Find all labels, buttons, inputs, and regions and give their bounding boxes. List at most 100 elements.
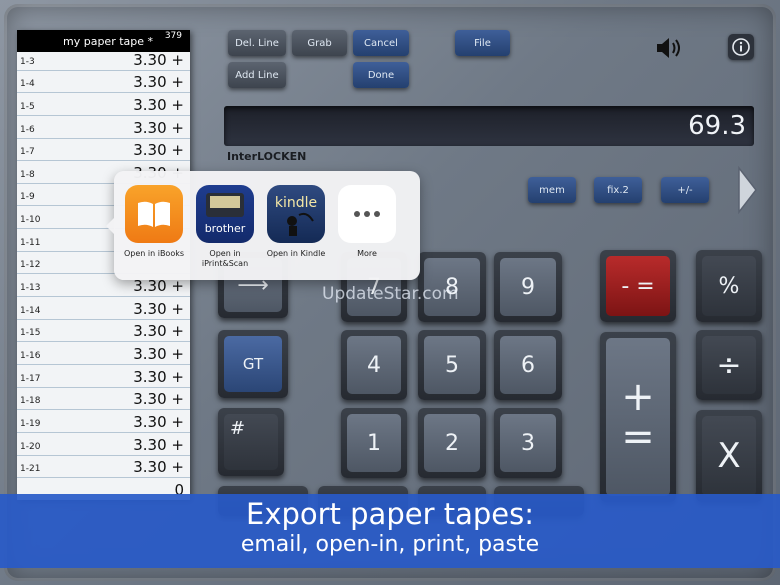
tape-row[interactable]: 1-20 3.30 + <box>17 433 190 456</box>
add-line-button[interactable]: Add Line <box>228 62 286 88</box>
row-number: 1-9 <box>20 192 35 202</box>
tape-row[interactable]: 1-4 3.30 + <box>17 70 190 93</box>
key-label: % <box>702 256 756 316</box>
divide-key[interactable]: ÷ <box>696 330 762 400</box>
ibooks-icon <box>125 185 183 243</box>
percent-key[interactable]: % <box>696 250 762 322</box>
share-pointer <box>106 217 115 235</box>
row-value: 3.30 + <box>133 119 184 137</box>
hash-key[interactable]: # <box>218 408 284 476</box>
share-label: Open in iPrint&Scan <box>201 249 249 268</box>
del-line-button[interactable]: Del. Line <box>228 30 286 56</box>
kindle-wordmark: kindle <box>275 195 317 211</box>
brother-wordmark: brother <box>205 222 246 235</box>
row-number: 1-20 <box>20 442 41 452</box>
times-key[interactable]: X <box>696 410 762 502</box>
kindle-icon: kindle <box>267 185 325 243</box>
row-value: 3.30 + <box>133 141 184 159</box>
minus-equals-key[interactable]: - = <box>600 250 676 322</box>
key-label: 9 <box>500 258 556 316</box>
row-value: 3.30 + <box>133 51 184 69</box>
fix-button[interactable]: fix.2 <box>594 177 642 203</box>
tape-row[interactable]: 1-14 3.30 + <box>17 297 190 320</box>
key-9[interactable]: 9 <box>494 252 562 322</box>
tape-row[interactable]: 1-19 3.30 + <box>17 410 190 433</box>
row-number: 1-16 <box>20 351 41 361</box>
key-6[interactable]: 6 <box>494 330 562 400</box>
tape-row[interactable]: 1-7 3.30 + <box>17 138 190 161</box>
tape-count: 379 <box>164 31 182 41</box>
tape-row[interactable]: 1-3 3.30 + <box>17 48 190 71</box>
gt-key[interactable]: GT <box>218 330 288 398</box>
more-icon <box>338 185 396 243</box>
file-button[interactable]: File <box>455 30 510 56</box>
key-5[interactable]: 5 <box>418 330 486 400</box>
row-number: 1-7 <box>20 147 35 157</box>
row-value: 3.30 + <box>133 300 184 318</box>
key-label: # <box>224 414 278 470</box>
share-more[interactable]: More <box>332 185 402 259</box>
key-label: + = <box>606 338 670 496</box>
info-icon[interactable] <box>728 34 754 60</box>
tape-row[interactable]: 1-15 3.30 + <box>17 319 190 342</box>
row-number: 1-18 <box>20 396 41 406</box>
row-value: 3.30 + <box>133 458 184 476</box>
key-label: 1 <box>347 414 401 472</box>
key-3[interactable]: 3 <box>494 408 562 478</box>
key-1[interactable]: 1 <box>341 408 407 478</box>
grab-button[interactable]: Grab <box>292 30 347 56</box>
share-open-in-ibooks[interactable]: Open in iBooks <box>119 185 189 259</box>
share-sheet: Open in iBooks brother Open in iPrint&Sc… <box>106 171 420 280</box>
row-value: 3.30 + <box>133 345 184 363</box>
cancel-button[interactable]: Cancel <box>353 30 409 56</box>
key-label: ÷ <box>702 336 756 394</box>
row-number: 1-6 <box>20 125 35 135</box>
row-number: 1-12 <box>20 260 41 270</box>
tape-row[interactable]: 1-18 3.30 + <box>17 387 190 410</box>
share-open-in-iprint[interactable]: brother Open in iPrint&Scan <box>190 185 260 269</box>
key-label: X <box>702 416 756 496</box>
key-label: 6 <box>500 336 556 394</box>
tape-row[interactable]: 1-6 3.30 + <box>17 116 190 139</box>
key-label: 5 <box>424 336 480 394</box>
row-value: 3.30 + <box>133 73 184 91</box>
plus-equals-key[interactable]: + = <box>600 332 676 502</box>
row-number: 1-14 <box>20 306 41 316</box>
row-number: 1-15 <box>20 328 41 338</box>
done-button[interactable]: Done <box>353 62 409 88</box>
row-value: 3.30 + <box>133 436 184 454</box>
tape-row[interactable]: 1-5 3.30 + <box>17 93 190 116</box>
share-label: Open in iBooks <box>123 249 185 258</box>
banner-subtitle: email, open-in, print, paste <box>240 532 540 557</box>
row-number: 1-10 <box>20 215 41 225</box>
key-2[interactable]: 2 <box>418 408 486 478</box>
promo-banner: Export paper tapes: email, open-in, prin… <box>0 494 780 568</box>
share-open-in-kindle[interactable]: kindle Open in Kindle <box>261 185 331 259</box>
tape-title[interactable]: my paper tape * <box>63 35 153 48</box>
row-number: 1-19 <box>20 419 41 429</box>
row-value: 3.30 + <box>133 390 184 408</box>
sign-button[interactable]: +/- <box>661 177 709 203</box>
row-number: 1-11 <box>20 238 41 248</box>
key-label: 2 <box>424 414 480 472</box>
row-number: 1-8 <box>20 170 35 180</box>
row-number: 1-17 <box>20 374 41 384</box>
mem-button[interactable]: mem <box>528 177 576 203</box>
key-label: - = <box>606 256 670 316</box>
tape-row[interactable]: 1-21 3.30 + <box>17 455 190 478</box>
row-value: 3.30 + <box>133 368 184 386</box>
row-number: 1-21 <box>20 464 41 474</box>
key-label: GT <box>224 336 282 392</box>
row-value: 3.30 + <box>133 413 184 431</box>
volume-icon[interactable] <box>655 36 683 60</box>
watermark: UpdateStar.com <box>322 284 459 304</box>
display-value: 69.3 <box>688 111 746 141</box>
key-label: 3 <box>500 414 556 472</box>
next-page-arrow-icon[interactable] <box>736 165 758 215</box>
row-number: 1-4 <box>20 79 35 89</box>
tape-row[interactable]: 1-16 3.30 + <box>17 342 190 365</box>
tape-row[interactable]: 1-17 3.30 + <box>17 365 190 388</box>
key-4[interactable]: 4 <box>341 330 407 400</box>
share-label: Open in Kindle <box>266 249 326 258</box>
share-label: More <box>357 249 377 258</box>
